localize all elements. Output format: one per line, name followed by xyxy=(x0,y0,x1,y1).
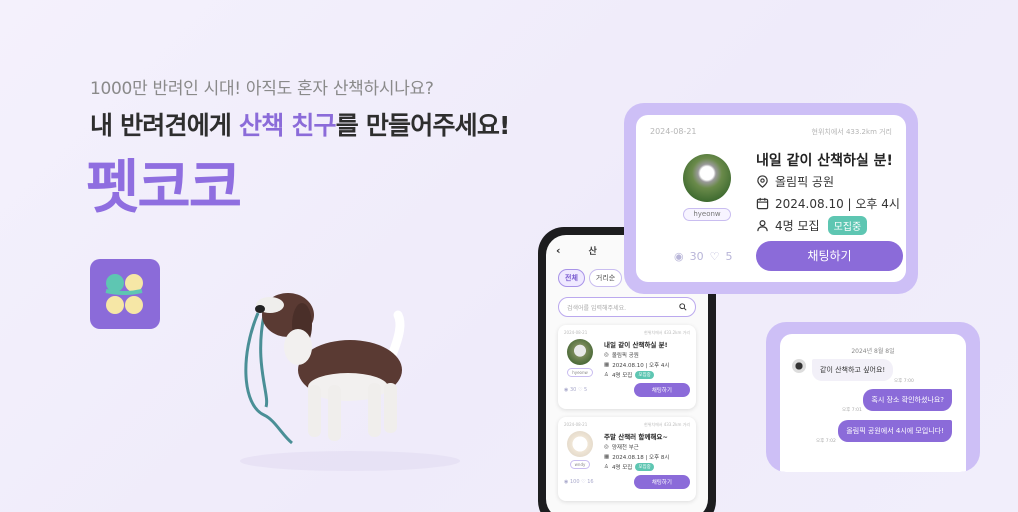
featured-post-frame: 2024-08-21 현위치에서 433.2km 거리 hyeonw 내일 같이… xyxy=(624,103,918,294)
like-count: 16 xyxy=(587,479,594,485)
like-count: 5 xyxy=(725,250,733,263)
heart-icon[interactable]: ♡ xyxy=(578,387,582,393)
status-badge: 모집중 xyxy=(635,371,654,379)
hero-title-accent: 산책 친구 xyxy=(239,111,337,140)
post-card[interactable]: 2024-08-21 현위치에서 433.2km 거리 hyeonw 내일 같이 … xyxy=(558,325,696,409)
post-datetime: 2024.08.10 | 오후 4시 xyxy=(775,197,900,211)
like-count: 5 xyxy=(584,387,588,393)
tab-all[interactable]: 전체 xyxy=(558,269,585,287)
calendar-icon: ▦ xyxy=(604,454,610,460)
view-count: 30 xyxy=(689,250,704,263)
username-badge: hyeonw xyxy=(567,368,593,377)
chat-window: 2024년 8월 8일 같이 산책하고 싶어요! 오후 7:00 혹시 장소 확… xyxy=(780,334,966,472)
tab-distance[interactable]: 거리순 xyxy=(588,269,623,287)
location-pin-icon: ◎ xyxy=(604,352,609,358)
chat-message-outgoing: 혹시 장소 확인하셨나요? xyxy=(863,389,952,411)
search-input[interactable]: 검색어를 입력해주세요. xyxy=(558,297,696,317)
post-date: 2024-08-21 xyxy=(564,422,588,427)
eye-icon: ◉ xyxy=(674,250,684,263)
eye-icon: ◉ xyxy=(564,479,569,485)
heart-icon[interactable]: ♡ xyxy=(710,250,720,263)
app-icon xyxy=(90,259,160,329)
place-row: 올림픽 공원 xyxy=(756,173,834,190)
post-distance: 현위치에서 433.2km 거리 xyxy=(644,422,690,427)
post-title: 주말 산책러 함께해요~ xyxy=(604,433,668,441)
members-row: 4명 모집 모집중 xyxy=(756,216,868,235)
post-date: 2024-08-21 xyxy=(650,127,697,136)
location-pin-icon xyxy=(757,175,768,188)
chat-button[interactable]: 채팅하기 xyxy=(633,383,690,397)
message-time: 오후 7:00 xyxy=(894,379,914,384)
post-members: 4명 모집 xyxy=(611,465,633,471)
status-badge: 모집중 xyxy=(635,463,654,471)
person-icon: ♙ xyxy=(604,464,609,470)
post-distance: 현위치에서 433.2km 거리 xyxy=(811,128,892,136)
status-badge: 모집중 xyxy=(827,216,868,235)
post-members: 4명 모집 xyxy=(775,219,820,233)
chat-date: 2024년 8월 8일 xyxy=(851,348,895,355)
view-count: 100 xyxy=(569,479,580,485)
chat-message-incoming: 같이 산책하고 싶어요! xyxy=(812,359,894,381)
featured-post-card[interactable]: 2024-08-21 현위치에서 433.2km 거리 hyeonw 내일 같이… xyxy=(636,115,906,282)
avatar xyxy=(567,431,593,457)
post-datetime: 2024.08.10 | 오후 4시 xyxy=(612,363,670,369)
chat-button[interactable]: 채팅하기 xyxy=(756,241,903,271)
eye-icon: ◉ xyxy=(564,387,569,393)
person-icon xyxy=(757,220,768,232)
heart-icon[interactable]: ♡ xyxy=(581,479,585,485)
username-badge: wndy xyxy=(569,460,591,469)
hero-title-post: 를 만들어주세요! xyxy=(335,111,511,140)
post-title: 내일 같이 산책하실 분! xyxy=(604,341,668,349)
back-icon[interactable]: ‹ xyxy=(556,244,561,257)
person-icon: ♙ xyxy=(604,372,609,378)
post-distance: 현위치에서 433.2km 거리 xyxy=(644,330,690,335)
phone-header-title: 산 xyxy=(588,246,597,257)
chat-preview-frame: 2024년 8월 8일 같이 산책하고 싶어요! 오후 7:00 혹시 장소 확… xyxy=(766,322,980,472)
chat-message-outgoing: 올림픽 공원에서 4시에 모입니다! xyxy=(838,420,952,442)
avatar xyxy=(792,359,806,373)
post-place: 양재천 부근 xyxy=(611,445,639,451)
view-count: 30 xyxy=(569,387,577,393)
hero-subtitle: 1000만 반려인 시대! 아직도 혼자 산책하시나요? xyxy=(90,79,434,99)
avatar xyxy=(567,339,593,365)
chat-button[interactable]: 채팅하기 xyxy=(633,475,690,489)
brand-logotype: 펫코코 xyxy=(86,153,242,221)
calendar-icon: ▦ xyxy=(604,362,610,368)
post-title: 내일 같이 산책하실 분! xyxy=(756,153,893,169)
dog-illustration xyxy=(230,275,470,475)
post-place: 올림픽 공원 xyxy=(611,353,639,359)
avatar xyxy=(683,154,731,202)
location-pin-icon: ◎ xyxy=(604,444,609,450)
search-placeholder: 검색어를 입력해주세요. xyxy=(567,304,627,312)
datetime-row: 2024.08.10 | 오후 4시 xyxy=(756,195,900,212)
post-members: 4명 모집 xyxy=(611,373,633,379)
message-time: 오후 7:02 xyxy=(816,439,836,444)
post-date: 2024-08-21 xyxy=(564,330,588,335)
post-stats: ◉ 30 ♡ 5 xyxy=(674,250,732,263)
post-card[interactable]: 2024-08-21 현위치에서 433.2km 거리 wndy 주말 산책러 함… xyxy=(558,417,696,501)
message-time: 오후 7:01 xyxy=(842,408,862,413)
post-place: 올림픽 공원 xyxy=(775,175,835,189)
hero-title: 내 반려견에게 산책 친구를 만들어주세요! xyxy=(90,106,510,142)
post-datetime: 2024.08.18 | 오후 8시 xyxy=(612,455,670,461)
calendar-icon xyxy=(756,197,769,210)
hero-title-pre: 내 반려견에게 xyxy=(90,111,240,140)
search-icon[interactable] xyxy=(679,303,687,311)
username-badge: hyeonw xyxy=(683,208,731,221)
